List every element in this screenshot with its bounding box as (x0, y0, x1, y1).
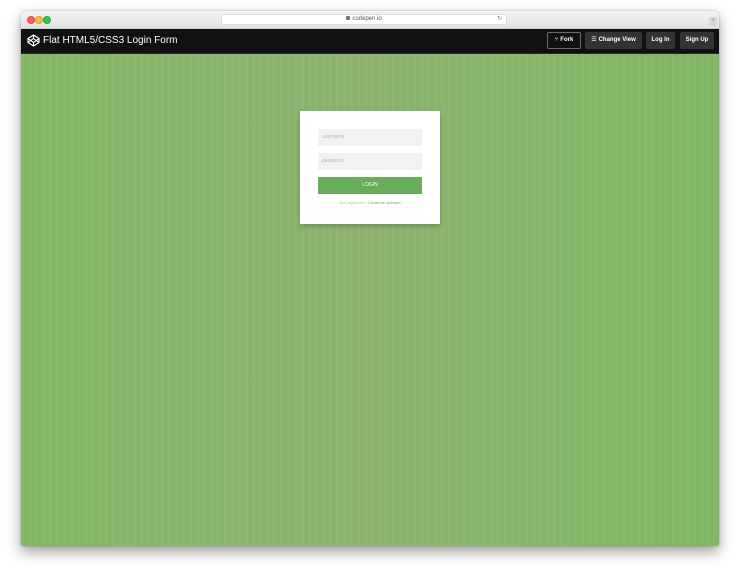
username-input[interactable]: username (318, 129, 422, 146)
tab-overview-button[interactable]: + (709, 17, 717, 26)
address-text: codepen.io (352, 16, 382, 22)
lock-icon (346, 16, 351, 20)
pen-title: Flat HTML5/CSS3 Login Form (43, 35, 178, 46)
minimize-window-button[interactable] (35, 16, 43, 24)
login-button[interactable]: login (318, 177, 422, 194)
register-prompt: Not registered? (339, 200, 367, 205)
register-message: Not registered? Create an account (300, 200, 440, 206)
maximize-window-button[interactable] (43, 16, 51, 24)
sign-up-button[interactable]: Sign Up (680, 32, 714, 49)
create-account-link[interactable]: Create an account (368, 200, 401, 205)
log-in-button[interactable]: Log In (646, 32, 675, 49)
fork-button[interactable]: ⑂ Fork (547, 32, 581, 49)
change-view-icon: ☰ (591, 37, 597, 43)
browser-chrome: codepen.io ↻ + (21, 11, 719, 29)
codepen-logo-icon[interactable] (27, 34, 40, 47)
codepen-header: Flat HTML5/CSS3 Login Form ⑂ Fork ☰ Change… (21, 29, 719, 54)
close-window-button[interactable] (27, 16, 35, 24)
preview-area: username password login Not registered? … (21, 54, 719, 546)
address-bar[interactable]: codepen.io ↻ (221, 14, 507, 25)
reload-icon[interactable]: ↻ (497, 15, 502, 24)
browser-window: codepen.io ↻ + Flat HTML5/CSS3 Login For… (21, 11, 719, 546)
fork-label: Fork (560, 37, 574, 43)
change-view-label: Change View (598, 37, 636, 43)
password-input[interactable]: password (318, 153, 422, 170)
change-view-button[interactable]: ☰ Change View (585, 32, 642, 49)
fork-icon: ⑂ (554, 37, 559, 43)
login-form-card: username password login Not registered? … (300, 111, 440, 224)
